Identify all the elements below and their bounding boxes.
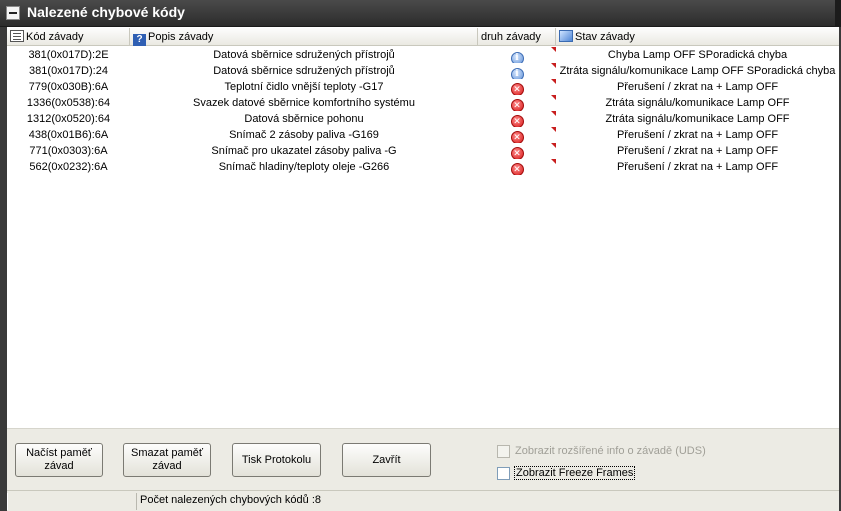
info-icon: i [510,52,524,63]
fault-code-cell: 562(0x0232):6A [29,161,108,173]
fault-description-cell: Snímač hladiny/teploty oleje -G266 [218,161,390,173]
close-button[interactable]: Zavřít [342,443,431,477]
fault-code-cell: 779(0x030B):6A [28,81,109,93]
window-menu-icon[interactable] [6,6,20,20]
fault-code-cell: 381(0x017D):2E [28,49,109,61]
fault-code-cell: 1336(0x0538):64 [26,97,111,109]
column-header-state[interactable]: Stav závady [556,28,839,46]
fault-state-cell: Přerušení / zkrat na + Lamp OFF [616,161,779,173]
fault-type-cell: ✕ [478,111,556,127]
table-row[interactable]: 438(0x01B6):6A Snímač 2 zásoby paliva -G1… [7,127,839,143]
error-icon: ✕ [510,99,524,111]
fault-description-cell: Datová sběrnice pohonu [244,113,364,125]
window-title: Nalezené chybové kódy [27,4,185,20]
flag-marker-icon [551,63,556,68]
grid-header: Kód závady ? Popis závady druh závady Sta… [7,28,839,46]
fault-state-cell: Přerušení / zkrat na + Lamp OFF [616,81,779,93]
column-header-description[interactable]: ? Popis závady [130,28,478,46]
error-icon: ✕ [510,147,524,159]
fault-description-cell: Teplotní čidlo vnější teploty -G17 [224,81,384,93]
status-bar: Počet nalezených chybových kódů :8 [7,490,839,511]
fault-type-cell: ✕ [478,143,556,159]
table-row[interactable]: 381(0x017D):24 Datová sběrnice sdružených… [7,63,839,79]
flag-marker-icon [551,47,556,52]
error-icon: ✕ [510,131,524,143]
extended-info-option: Zobrazit rozšířené info o závadě (UDS) [497,443,706,459]
action-panel: Načíst paměť závad Smazat paměť závad Ti… [7,428,839,490]
fault-codes-grid: Kód závady ? Popis závady druh závady Sta… [7,28,839,428]
table-row[interactable]: 779(0x030B):6A Teplotní čidlo vnější tepl… [7,79,839,95]
fault-type-cell: ✕ [478,79,556,95]
fault-description-cell: Snímač 2 zásoby paliva -G169 [229,129,379,141]
column-header-type-label: druh závady [481,31,541,43]
column-header-code[interactable]: Kód závady [7,28,130,46]
fault-description-cell: Svazek datové sběrnice komfortního systé… [193,97,415,109]
freeze-frames-label[interactable]: Zobrazit Freeze Frames [513,466,636,480]
flag-marker-icon [551,95,556,100]
table-row[interactable]: 1312(0x0520):64 Datová sběrnice pohonu ✕ Zt… [7,111,839,127]
window-left-border [0,27,7,511]
fault-type-cell: ✕ [478,127,556,143]
extended-info-checkbox[interactable] [497,444,510,458]
fault-type-cell: i [478,63,556,79]
error-icon: ✕ [510,115,524,127]
table-row[interactable]: 381(0x017D):2E Datová sběrnice sdružených… [7,47,839,63]
fault-code-cell: 771(0x0303):6A [29,145,108,157]
column-header-type[interactable]: druh závady [478,28,556,46]
flag-marker-icon [551,79,556,84]
column-header-code-label: Kód závady [26,31,84,43]
fault-state-cell: Ztráta signálu/komunikace Lamp OFF [605,97,790,109]
read-memory-button[interactable]: Načíst paměť závad [15,443,103,477]
fault-type-cell: ✕ [478,95,556,111]
table-row[interactable]: 562(0x0232):6A Snímač hladiny/teploty ole… [7,159,839,175]
fault-description-cell: Snímač pro ukazatel zásoby paliva -G [211,145,397,157]
fault-type-cell: i [478,47,556,63]
list-icon [10,30,24,42]
flag-marker-icon [551,143,556,148]
fault-state-cell: Chyba Lamp OFF SPoradická chyba [607,49,788,61]
info-icon: i [510,68,524,79]
print-protocol-button[interactable]: Tisk Protokolu [232,443,321,477]
error-icon: ✕ [510,163,524,175]
state-chart-icon [559,30,573,42]
window-titlebar: Nalezené chybové kódy [0,0,841,27]
fault-count-status: Počet nalezených chybových kódů :8 [140,494,322,506]
fault-code-cell: 1312(0x0520):64 [26,113,111,125]
freeze-frames-option: Zobrazit Freeze Frames [497,465,636,481]
fault-type-cell: ✕ [478,159,556,175]
column-header-description-label: Popis závady [148,31,214,43]
fault-description-cell: Datová sběrnice sdružených přístrojů [213,49,395,61]
fault-state-cell: Přerušení / zkrat na + Lamp OFF [616,129,779,141]
fault-code-cell: 381(0x017D):24 [29,65,108,77]
flag-marker-icon [551,111,556,116]
fault-state-cell: Ztráta signálu/komunikace Lamp OFF SPora… [559,65,836,77]
extended-info-label: Zobrazit rozšířené info o závadě (UDS) [515,445,706,457]
table-row[interactable]: 1336(0x0538):64 Svazek datové sběrnice ko… [7,95,839,111]
error-icon: ✕ [510,83,524,95]
freeze-frames-checkbox[interactable] [497,466,510,480]
fault-code-cell: 438(0x01B6):6A [28,129,109,141]
flag-marker-icon [551,127,556,132]
table-row[interactable]: 771(0x0303):6A Snímač pro ukazatel zásoby… [7,143,839,159]
clear-memory-button[interactable]: Smazat paměť závad [123,443,211,477]
flag-marker-icon [551,159,556,164]
help-icon: ? [133,34,146,46]
fault-state-cell: Přerušení / zkrat na + Lamp OFF [616,145,779,157]
fault-description-cell: Datová sběrnice sdružených přístrojů [213,65,395,77]
titlebar-edge [835,0,841,27]
status-panel-empty [7,493,137,510]
fault-state-cell: Ztráta signálu/komunikace Lamp OFF [605,113,790,125]
column-header-state-label: Stav závady [575,31,635,43]
